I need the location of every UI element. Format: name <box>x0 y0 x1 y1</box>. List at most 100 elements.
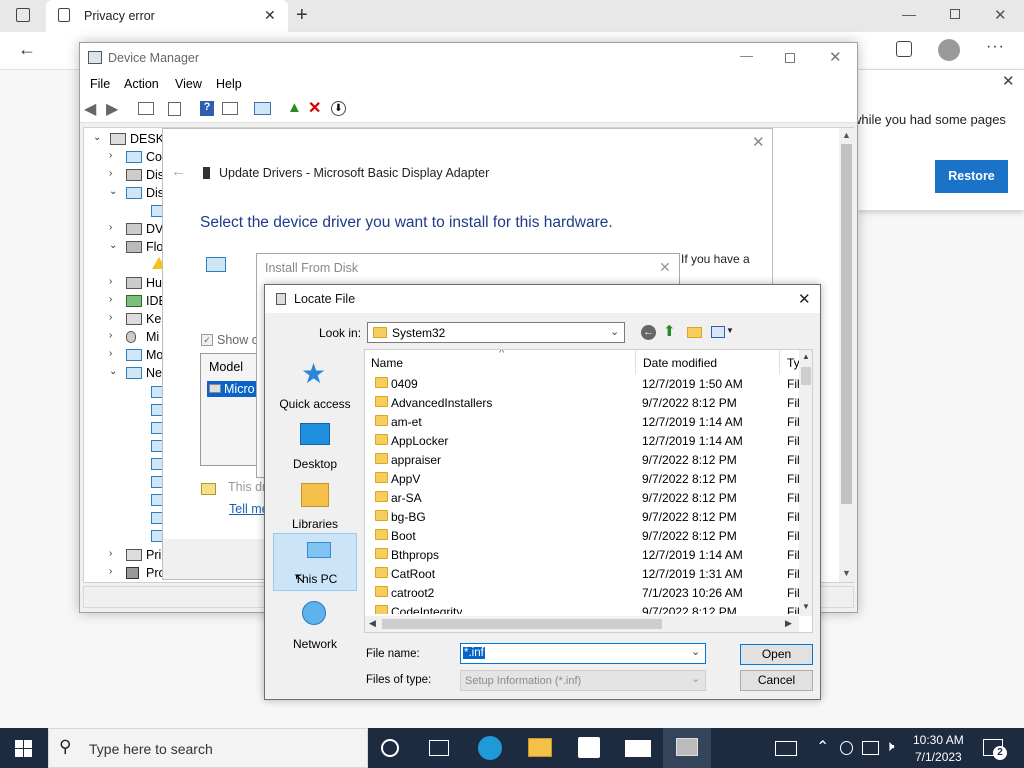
volume-muted-icon[interactable]: 🕨 <box>885 738 894 755</box>
browser-tab[interactable]: Privacy error ✕ <box>46 0 288 32</box>
clock-time[interactable]: 10:30 AM <box>913 733 964 747</box>
back-icon[interactable]: ← <box>641 325 656 340</box>
expand-icon[interactable]: › <box>109 222 112 233</box>
help-icon[interactable]: ? <box>200 101 214 116</box>
collapse-icon[interactable]: ⌄ <box>109 240 117 251</box>
windows-start-icon[interactable] <box>15 740 32 757</box>
forward-arrow-icon[interactable]: ▶ <box>106 99 118 119</box>
scroll-thumb[interactable] <box>382 619 662 629</box>
file-row[interactable]: AppLocker 12/7/2019 1:14 AM Fil <box>365 431 801 450</box>
tree-item[interactable]: › Hu <box>100 274 170 292</box>
network-tray-icon[interactable] <box>862 741 879 755</box>
file-row[interactable]: ar-SA 9/7/2022 8:12 PM Fil <box>365 488 801 507</box>
collections-icon[interactable] <box>896 41 912 57</box>
wizard-back-icon[interactable]: ← <box>171 163 186 180</box>
tree-item[interactable]: › Pro <box>100 564 170 582</box>
scan-hardware-icon[interactable] <box>254 102 271 115</box>
menu-help[interactable]: Help <box>216 77 242 91</box>
file-list-hscrollbar[interactable]: ◀ ▶ <box>365 616 799 632</box>
uninstall-icon[interactable]: ✕ <box>308 98 321 118</box>
places-network[interactable]: Network <box>273 599 357 657</box>
file-row[interactable]: 0409 12/7/2019 1:50 AM Fil <box>365 374 801 393</box>
file-row[interactable]: appraiser 9/7/2022 8:12 PM Fil <box>365 450 801 469</box>
collapse-icon[interactable]: ⌄ <box>93 132 101 143</box>
column-type[interactable]: Ty <box>787 356 800 370</box>
chevron-down-icon[interactable]: ⌄ <box>691 645 700 658</box>
view-menu-arrow-icon[interactable]: ▼ <box>726 326 734 335</box>
tell-me-link[interactable]: Tell me <box>229 502 269 516</box>
tree-item[interactable]: › Co <box>100 148 170 166</box>
file-row[interactable]: AppV 9/7/2022 8:12 PM Fil <box>365 469 801 488</box>
grid-icon[interactable] <box>222 102 238 115</box>
tree-item[interactable]: › Ke <box>100 310 170 328</box>
tab-actions-icon[interactable] <box>16 8 30 22</box>
file-row[interactable]: Bthprops 12/7/2019 1:14 AM Fil <box>365 545 801 564</box>
chevron-down-icon[interactable]: ⌄ <box>610 325 619 338</box>
cortana-icon[interactable] <box>381 739 399 757</box>
new-tab-icon[interactable]: + <box>296 4 308 27</box>
document-icon[interactable] <box>168 102 181 116</box>
expand-icon[interactable]: › <box>109 276 112 287</box>
tree-item[interactable]: › Pri <box>100 546 170 564</box>
menu-file[interactable]: File <box>90 77 110 91</box>
column-date-modified[interactable]: Date modified <box>643 356 717 370</box>
up-folder-icon[interactable]: ⬆ <box>663 322 676 340</box>
files-of-type-select[interactable]: Setup Information (*.inf) ⌄ <box>460 670 706 691</box>
back-icon[interactable]: ← <box>18 39 36 60</box>
tree-item[interactable]: › DV <box>100 220 170 238</box>
tree-item[interactable]: › Mo <box>100 346 170 364</box>
look-in-select[interactable]: System32 ⌄ <box>367 322 625 343</box>
task-view-icon[interactable] <box>429 740 449 756</box>
scroll-thumb[interactable] <box>841 144 852 504</box>
dm-close-icon[interactable]: ✕ <box>829 48 842 66</box>
scroll-thumb[interactable] <box>801 367 811 385</box>
places-libraries[interactable]: Libraries <box>273 479 357 537</box>
expand-icon[interactable]: › <box>109 548 112 559</box>
column-divider[interactable] <box>635 350 636 374</box>
expand-icon[interactable]: › <box>109 348 112 359</box>
model-row-selected[interactable]: Micro <box>207 381 259 397</box>
properties-icon[interactable] <box>138 102 154 115</box>
tree-item[interactable]: › IDE <box>100 292 170 310</box>
scroll-left-icon[interactable]: ◀ <box>369 618 376 629</box>
file-row[interactable]: CodeIntegrity 9/7/2022 8:12 PM Fil <box>365 602 801 614</box>
minimize-icon[interactable]: — <box>902 6 916 22</box>
show-compatible-checkbox[interactable]: ✓ <box>201 334 213 346</box>
places-desktop[interactable]: Desktop <box>273 419 357 477</box>
file-row[interactable]: catroot2 7/1/2023 10:26 AM Fil <box>365 583 801 602</box>
file-row[interactable]: AdvancedInstallers 9/7/2022 8:12 PM Fil <box>365 393 801 412</box>
open-button[interactable]: Open <box>740 644 813 665</box>
expand-icon[interactable]: › <box>109 168 112 179</box>
device-manager-taskbar-button[interactable] <box>663 728 711 768</box>
expand-icon[interactable]: › <box>109 330 112 341</box>
expand-icon[interactable]: › <box>109 312 112 323</box>
tree-item[interactable]: ⌄ Flo <box>100 238 170 256</box>
cancel-button[interactable]: Cancel <box>740 670 813 691</box>
store-icon[interactable] <box>578 737 600 758</box>
file-explorer-icon[interactable] <box>528 738 552 757</box>
expand-icon[interactable]: › <box>109 294 112 305</box>
scroll-right-icon[interactable]: ▶ <box>785 618 792 629</box>
places-quick-access[interactable]: ★ Quick access <box>273 359 357 417</box>
menu-view[interactable]: View <box>175 77 202 91</box>
file-row[interactable]: bg-BG 9/7/2022 8:12 PM Fil <box>365 507 801 526</box>
popup-close-icon[interactable]: ✕ <box>1002 72 1015 90</box>
column-divider[interactable] <box>779 350 780 374</box>
install-from-disk-close-icon[interactable]: ✕ <box>659 259 671 276</box>
show-hidden-icons-icon[interactable]: ⌃ <box>816 737 829 757</box>
update-driver-icon[interactable]: ▲ <box>287 99 302 116</box>
taskbar-search-box[interactable]: ⚲ Type here to search <box>48 728 368 768</box>
tree-item[interactable]: ⌄ Dis <box>100 184 170 202</box>
collapse-icon[interactable]: ⌄ <box>109 186 117 197</box>
update-drivers-close-icon[interactable]: ✕ <box>752 133 765 151</box>
back-arrow-icon[interactable]: ◀ <box>84 99 96 119</box>
tree-item[interactable]: ⌄ Ne <box>100 364 170 382</box>
file-row[interactable]: am-et 12/7/2019 1:14 AM Fil <box>365 412 801 431</box>
file-name-input[interactable]: *.inf ⌄ <box>460 643 706 664</box>
restore-button[interactable]: Restore <box>935 160 1008 193</box>
dm-minimize-icon[interactable]: — <box>740 48 753 63</box>
dm-maximize-icon[interactable] <box>785 53 795 63</box>
scroll-down-icon[interactable]: ▼ <box>842 568 851 578</box>
file-row[interactable]: Boot 9/7/2022 8:12 PM Fil <box>365 526 801 545</box>
edge-browser-icon[interactable] <box>478 736 502 760</box>
